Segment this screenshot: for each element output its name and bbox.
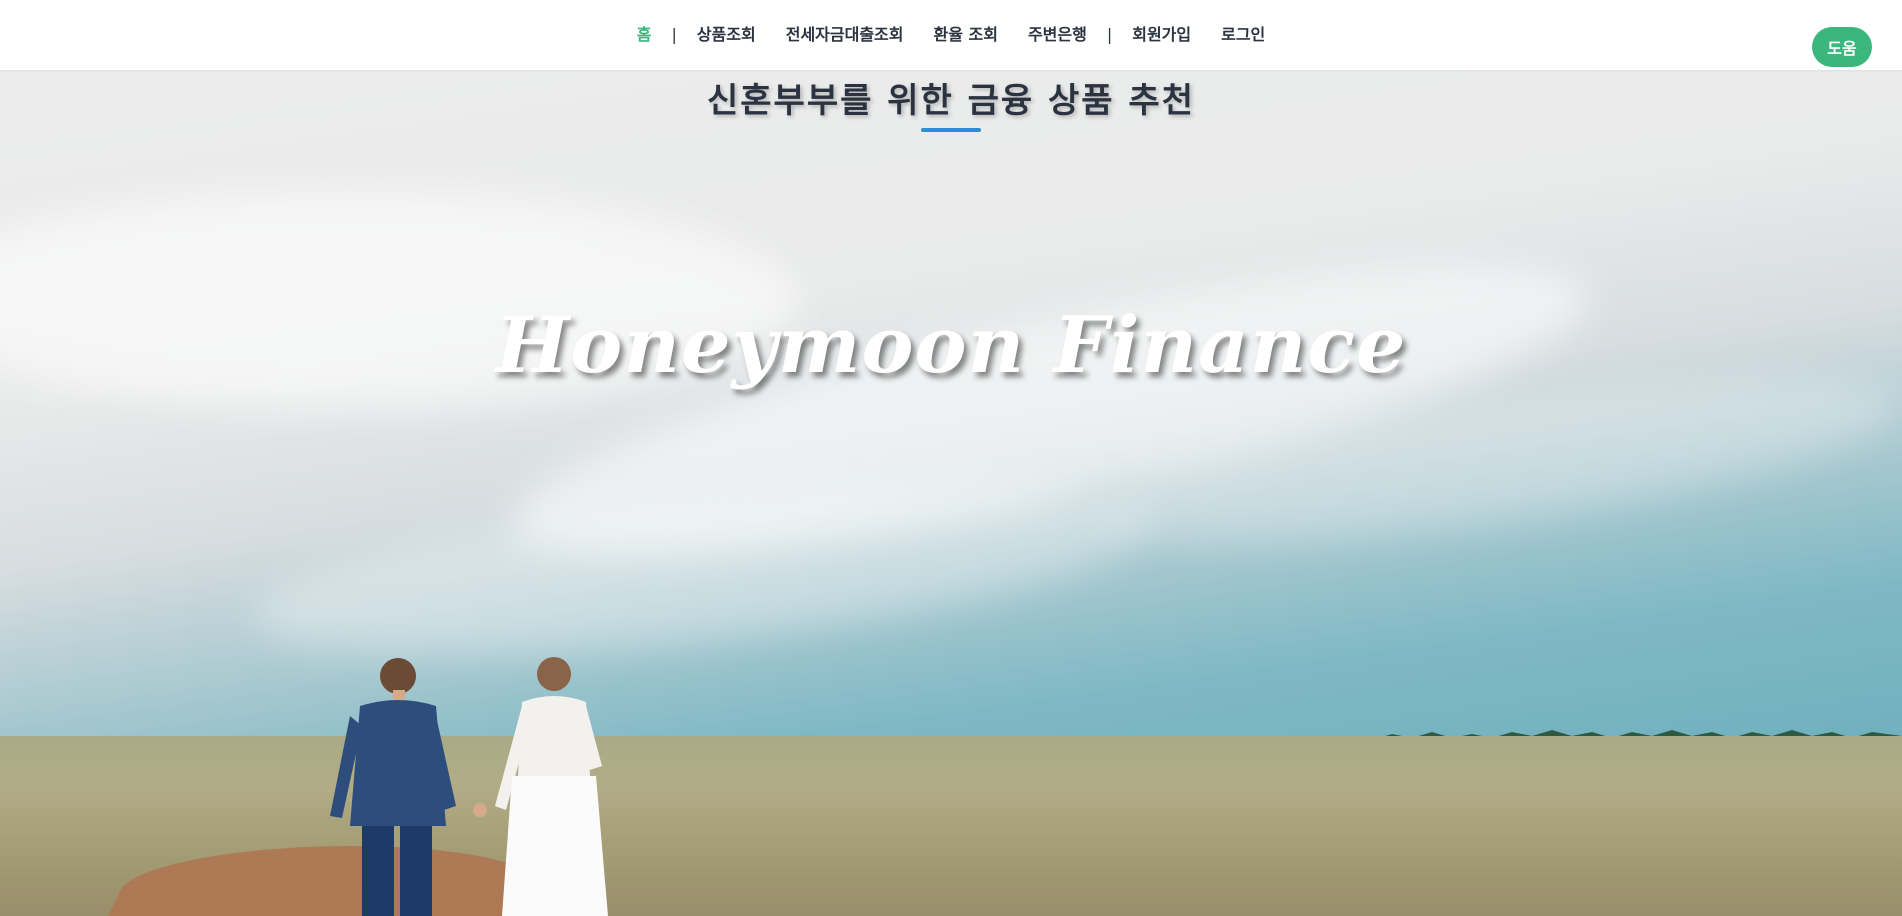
hero-heading: 신혼부부를 위한 금융 상품 추천: [707, 81, 1195, 121]
help-button[interactable]: 도움: [1812, 27, 1872, 67]
nav-item-home[interactable]: 홈: [622, 0, 667, 70]
nav-item-products[interactable]: 상품조회: [682, 0, 771, 70]
nav-item-exchange-rate[interactable]: 환율 조회: [918, 0, 1012, 70]
top-navbar: 홈 | 상품조회 전세자금대출조회 환율 조회 주변은행 | 회원가입 로그인 …: [0, 0, 1902, 70]
page: 홈 | 상품조회 전세자금대출조회 환율 조회 주변은행 | 회원가입 로그인 …: [0, 0, 1902, 916]
brand-title: Honeymoon Finance: [495, 300, 1407, 391]
nav-item-login[interactable]: 로그인: [1206, 0, 1280, 70]
nav-item-signup[interactable]: 회원가입: [1117, 0, 1206, 70]
nav-item-nearby-banks[interactable]: 주변은행: [1013, 0, 1102, 70]
nav-item-jeonse-loan[interactable]: 전세자금대출조회: [771, 0, 919, 70]
nav-menu: 홈 | 상품조회 전세자금대출조회 환율 조회 주변은행 | 회원가입 로그인: [0, 0, 1902, 70]
hero-section: 신혼부부를 위한 금융 상품 추천 Honeymoon Finance: [0, 70, 1902, 916]
nav-separator: |: [1106, 25, 1113, 44]
couple-image: [330, 657, 608, 916]
nav-separator: |: [671, 25, 677, 44]
heading-underline: [921, 128, 981, 132]
